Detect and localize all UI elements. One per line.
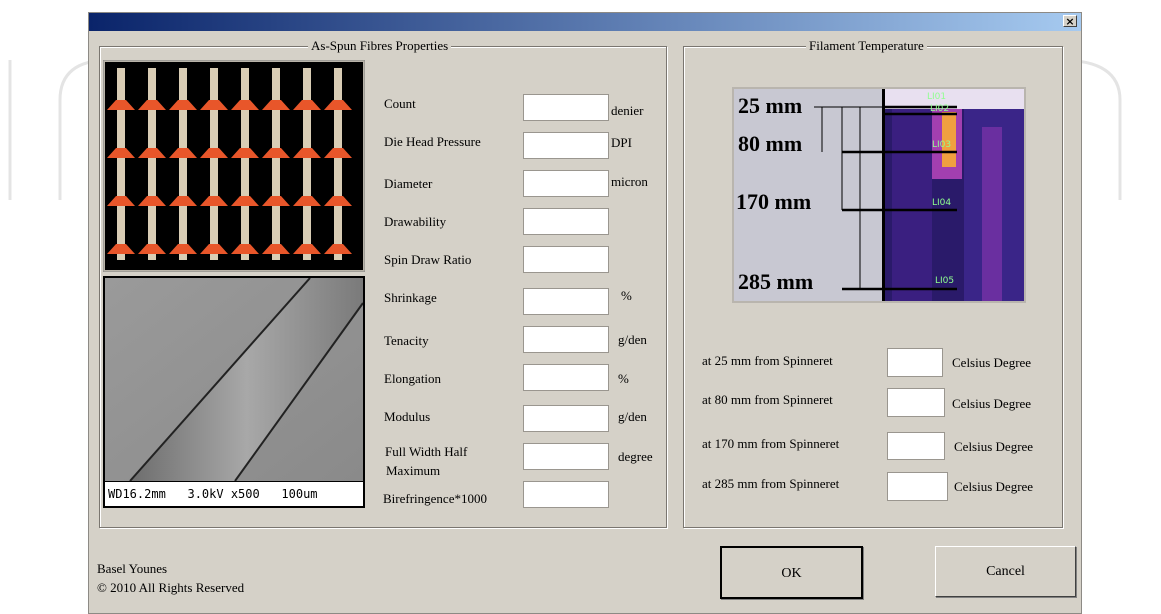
unit-diameter: micron	[611, 174, 648, 189]
ok-button[interactable]: OK	[720, 546, 863, 599]
drawability-field[interactable]	[523, 208, 609, 235]
fwhm-field[interactable]	[523, 443, 609, 470]
label-elongation: Elongation	[384, 371, 442, 386]
birefringence-field[interactable]	[523, 481, 609, 508]
unit-elongation: %	[618, 371, 629, 386]
cancel-button[interactable]: Cancel	[935, 546, 1076, 597]
label-fwhm-line2: Maximum	[386, 463, 441, 478]
temp-80mm-field[interactable]	[887, 388, 945, 417]
unit-temp-170mm: Celsius Degree	[954, 439, 1034, 454]
spinline-thermal-image: LI01 LI02 LI03 LI04 LI05 25 mm 80 mm 170…	[732, 87, 1026, 303]
elongation-field[interactable]	[523, 364, 609, 391]
temp-25mm-field[interactable]	[887, 348, 943, 377]
label-temp-170mm: at 170 mm from Spinneret	[702, 436, 840, 451]
fibre-group-title: As-Spun Fibres Properties	[308, 38, 452, 54]
die-head-pressure-field[interactable]	[523, 132, 609, 159]
unit-temp-80mm: Celsius Degree	[952, 396, 1032, 411]
spin-draw-ratio-field[interactable]	[523, 246, 609, 273]
distance-label-170mm: 170 mm	[736, 189, 811, 214]
diameter-field[interactable]	[523, 170, 609, 197]
shrinkage-field[interactable]	[523, 288, 609, 315]
temperature-group-title: Filament Temperature	[806, 38, 927, 54]
label-temp-80mm: at 80 mm from Spinneret	[702, 392, 833, 407]
label-count: Count	[384, 96, 416, 111]
modulus-field[interactable]	[523, 405, 609, 432]
label-temp-25mm: at 25 mm from Spinneret	[702, 353, 833, 368]
unit-fwhm: degree	[618, 449, 653, 464]
label-drawability: Drawability	[384, 214, 447, 229]
label-diameter: Diameter	[384, 176, 433, 191]
temp-285mm-field[interactable]	[887, 472, 948, 501]
spools-photo	[103, 60, 365, 272]
thermal-tag-li03: LI03	[932, 140, 951, 150]
filament-temperature-group: Filament Temperature LI01 LI02 LI03 LI04…	[683, 38, 1063, 528]
dialog-window: × As-Spun Fibres Properties WD16.2mm 3.0…	[88, 12, 1082, 614]
label-spin-draw-ratio: Spin Draw Ratio	[384, 252, 472, 267]
fibre-properties-group: As-Spun Fibres Properties WD16.2mm 3.0kV…	[99, 38, 667, 528]
tenacity-field[interactable]	[523, 326, 609, 353]
footer-credit: Basel Younes © 2010 All Rights Reserved	[97, 559, 244, 597]
title-bar: ×	[89, 13, 1081, 31]
label-birefringence: Birefringence*1000	[383, 491, 487, 506]
close-button[interactable]: ×	[1063, 15, 1077, 27]
unit-temp-285mm: Celsius Degree	[954, 479, 1034, 494]
label-modulus: Modulus	[384, 409, 431, 424]
label-shrinkage: Shrinkage	[384, 290, 437, 305]
label-temp-285mm: at 285 mm from Spinneret	[702, 476, 840, 491]
copyright-notice: © 2010 All Rights Reserved	[97, 580, 245, 595]
unit-temp-25mm: Celsius Degree	[952, 355, 1032, 370]
label-die-head-pressure: Die Head Pressure	[384, 134, 481, 149]
unit-shrinkage: %	[621, 288, 632, 303]
label-fwhm: Full Width Half	[385, 444, 468, 459]
unit-count: denier	[611, 103, 644, 118]
sem-micrograph: WD16.2mm 3.0kV x500 100um	[103, 276, 365, 508]
distance-label-80mm: 80 mm	[738, 131, 802, 156]
unit-tenacity: g/den	[618, 332, 647, 347]
unit-modulus: g/den	[618, 409, 647, 424]
unit-die-head-pressure: DPI	[611, 135, 632, 150]
thermal-tag-li01: LI01	[927, 92, 946, 102]
distance-label-285mm: 285 mm	[738, 269, 813, 294]
sem-caption: WD16.2mm 3.0kV x500 100um	[105, 482, 363, 506]
author-name: Basel Younes	[97, 561, 168, 576]
label-tenacity: Tenacity	[384, 333, 429, 348]
distance-label-25mm: 25 mm	[738, 93, 802, 118]
count-field[interactable]	[523, 94, 609, 121]
thermal-tag-li05: LI05	[935, 276, 954, 286]
thermal-tag-li04: LI04	[932, 198, 951, 208]
temp-170mm-field[interactable]	[887, 432, 945, 460]
thermal-tag-li02: LI02	[930, 104, 949, 114]
